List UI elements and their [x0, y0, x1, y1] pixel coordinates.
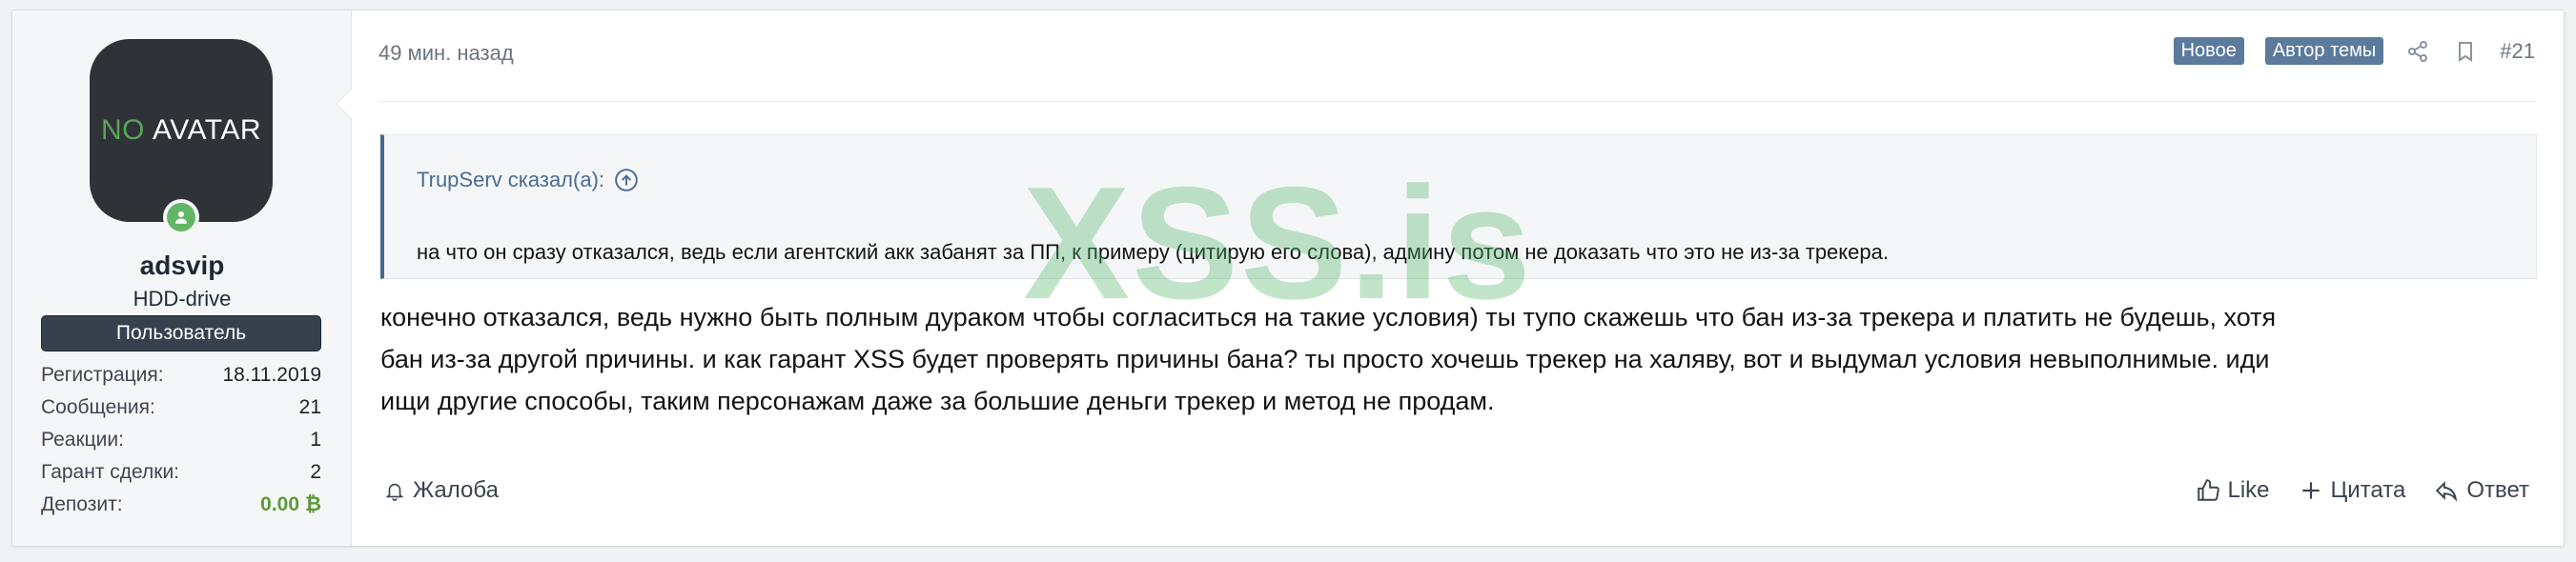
avatar-text-no: NO: [100, 114, 145, 146]
post-body-line: конечно отказался, ведь нужно быть полны…: [380, 303, 2277, 331]
reply-label: Ответ: [2466, 477, 2529, 503]
post-body-line: бан из-за другой причины. и как гарант X…: [380, 345, 2270, 373]
avatar-text-avatar: AVATAR: [152, 114, 262, 146]
stat-value: 1: [310, 429, 321, 451]
tag-thread-author: Автор темы: [2264, 37, 2384, 65]
online-status-icon: [163, 199, 199, 235]
quote-block: TrupServ сказал(а): на что он сразу отка…: [380, 134, 2537, 279]
report-label: Жалоба: [413, 477, 499, 503]
stat-label: Депозит:: [41, 493, 123, 515]
stat-value: 21: [298, 396, 321, 418]
avatar[interactable]: NO AVATAR: [90, 39, 273, 222]
plus-icon: [2301, 482, 2320, 499]
stat-messages: Сообщения: 21: [41, 391, 321, 424]
stat-registration: Регистрация: 18.11.2019: [41, 359, 321, 391]
thumbs-up-icon: [2197, 479, 2219, 501]
stat-value: 0.00 ₿: [260, 493, 321, 515]
quote-button[interactable]: Цитата: [2299, 477, 2406, 504]
like-button[interactable]: Like: [2196, 477, 2270, 504]
user-title: HDD-drive: [133, 287, 232, 311]
stat-label: Регистрация:: [41, 364, 164, 386]
tag-new: Новое: [2173, 37, 2244, 65]
user-panel: NO AVATAR adsvip HDD-drive Пользователь …: [12, 10, 368, 546]
post-body-line: ищи другие способы, таким персонажам даж…: [380, 387, 1495, 415]
bookmark-icon[interactable]: [2452, 38, 2479, 65]
quote-label: Цитата: [2330, 477, 2406, 503]
jump-to-quote-icon[interactable]: [614, 168, 639, 192]
stat-value: 18.11.2019: [222, 364, 321, 386]
quote-author[interactable]: TrupServ сказал(а):: [417, 168, 604, 192]
user-stats: Регистрация: 18.11.2019 Сообщения: 21 Ре…: [41, 359, 321, 521]
user-banner: Пользователь: [41, 315, 321, 351]
quote-text: на что он сразу отказался, ведь если аге…: [417, 240, 1889, 264]
like-label: Like: [2227, 477, 2270, 503]
stat-label: Гарант сделки:: [41, 461, 180, 483]
post-container: NO AVATAR adsvip HDD-drive Пользователь …: [11, 10, 2565, 547]
post-time[interactable]: 49 мин. назад: [378, 41, 514, 66]
quote-header[interactable]: TrupServ сказал(а):: [417, 168, 639, 192]
stat-escrow: Гарант сделки: 2: [41, 456, 321, 489]
stat-deposit: Депозит: 0.00 ₿: [41, 489, 321, 521]
header-divider: [378, 101, 2535, 102]
reply-button[interactable]: Ответ: [2434, 477, 2529, 504]
share-icon[interactable]: [2404, 38, 2431, 65]
bell-icon: [385, 483, 404, 501]
username-link[interactable]: adsvip: [12, 251, 352, 281]
stat-label: Сообщения:: [41, 396, 155, 418]
post-actions: Like Цитата Ответ: [2196, 477, 2529, 504]
stat-value: 2: [310, 461, 321, 483]
report-button[interactable]: Жалоба: [384, 477, 499, 504]
post-number-link[interactable]: #21: [2500, 39, 2535, 64]
post-meta-right: Новое Автор темы #21: [2173, 37, 2535, 65]
panel-pointer: [336, 88, 368, 120]
stat-label: Реакции:: [41, 429, 124, 451]
reply-icon: [2436, 481, 2458, 502]
post-body: конечно отказался, ведь нужно быть полны…: [380, 296, 2535, 422]
stat-reactions: Реакции: 1: [41, 424, 321, 456]
